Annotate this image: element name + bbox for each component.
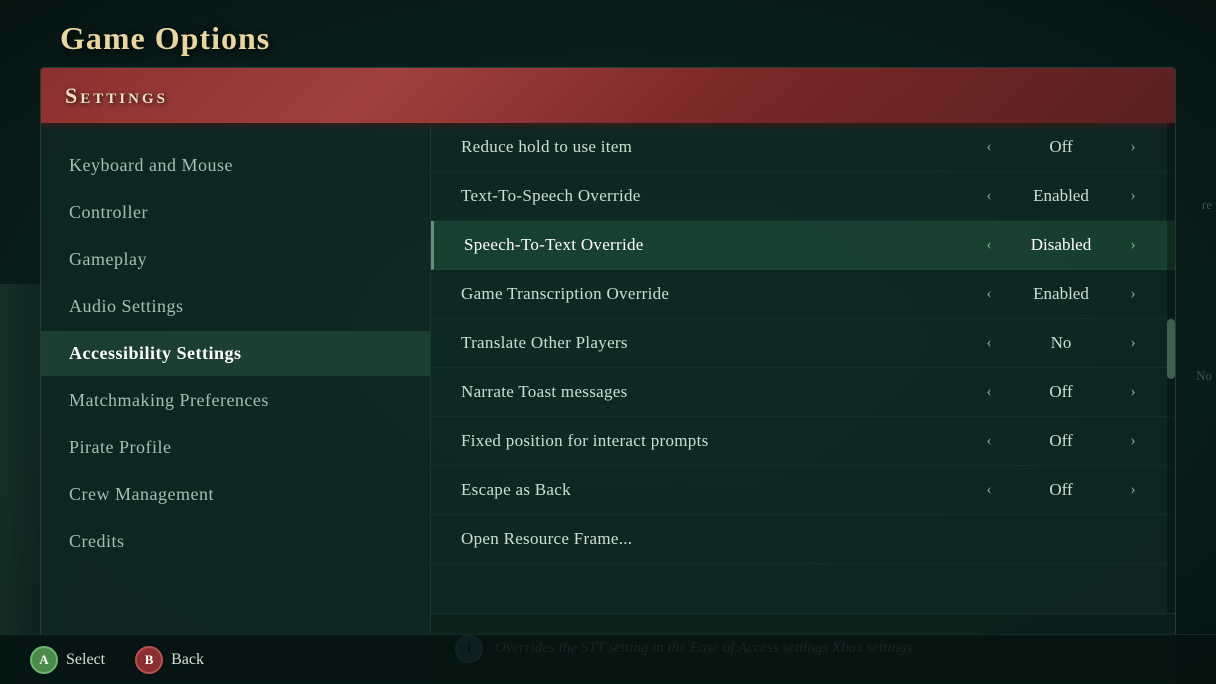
- sidebar-item-accessibility-settings[interactable]: Accessibility Settings: [41, 331, 430, 376]
- select-btn-circle: A: [30, 646, 58, 674]
- setting-row-reduce-hold[interactable]: Reduce hold to use item‹Off›: [431, 123, 1175, 172]
- back-btn-label: Back: [171, 651, 204, 669]
- arrow-left-narrate-toast[interactable]: ‹: [977, 383, 1001, 401]
- scrollbar-track[interactable]: [1167, 123, 1175, 613]
- setting-value-translate-players: No: [1001, 333, 1121, 353]
- setting-row-translate-players[interactable]: Translate Other Players‹No›: [431, 319, 1175, 368]
- sidebar-item-matchmaking-preferences[interactable]: Matchmaking Preferences: [41, 378, 430, 423]
- setting-name-reduce-hold: Reduce hold to use item: [461, 137, 977, 157]
- select-btn[interactable]: A Select: [30, 646, 105, 674]
- settings-list: Reduce hold to use item‹Off›Text-To-Spee…: [431, 123, 1175, 613]
- arrow-left-speech-to-text[interactable]: ‹: [977, 236, 1001, 254]
- setting-value-escape-back: Off: [1001, 480, 1121, 500]
- bottom-bar: A Select B Back: [0, 634, 1216, 684]
- arrow-left-game-transcription[interactable]: ‹: [977, 285, 1001, 303]
- setting-row-fixed-position[interactable]: Fixed position for interact prompts‹Off›: [431, 417, 1175, 466]
- arrow-left-escape-back[interactable]: ‹: [977, 481, 1001, 499]
- setting-value-speech-to-text: Disabled: [1001, 235, 1121, 255]
- arrow-right-fixed-position[interactable]: ›: [1121, 432, 1145, 450]
- setting-value-fixed-position: Off: [1001, 431, 1121, 451]
- setting-row-game-transcription[interactable]: Game Transcription Override‹Enabled›: [431, 270, 1175, 319]
- arrow-right-escape-back[interactable]: ›: [1121, 481, 1145, 499]
- setting-value-narrate-toast: Off: [1001, 382, 1121, 402]
- arrow-left-fixed-position[interactable]: ‹: [977, 432, 1001, 450]
- back-btn[interactable]: B Back: [135, 646, 204, 674]
- setting-name-game-transcription: Game Transcription Override: [461, 284, 977, 304]
- content-area: Keyboard and MouseControllerGameplayAudi…: [41, 123, 1175, 683]
- back-btn-circle: B: [135, 646, 163, 674]
- right-content: Reduce hold to use item‹Off›Text-To-Spee…: [431, 123, 1175, 683]
- setting-row-narrate-toast[interactable]: Narrate Toast messages‹Off›: [431, 368, 1175, 417]
- setting-row-speech-to-text[interactable]: Speech-To-Text Override‹Disabled›: [431, 221, 1175, 270]
- sidebar-item-pirate-profile[interactable]: Pirate Profile: [41, 425, 430, 470]
- arrow-right-translate-players[interactable]: ›: [1121, 334, 1145, 352]
- arrow-left-text-to-speech[interactable]: ‹: [977, 187, 1001, 205]
- arrow-right-speech-to-text[interactable]: ›: [1121, 236, 1145, 254]
- arrow-right-narrate-toast[interactable]: ›: [1121, 383, 1145, 401]
- arrow-right-reduce-hold[interactable]: ›: [1121, 138, 1145, 156]
- setting-row-text-to-speech[interactable]: Text-To-Speech Override‹Enabled›: [431, 172, 1175, 221]
- sidebar-item-controller[interactable]: Controller: [41, 190, 430, 235]
- setting-name-fixed-position: Fixed position for interact prompts: [461, 431, 977, 451]
- scrollbar-thumb[interactable]: [1167, 319, 1175, 379]
- settings-panel: Settings Keyboard and MouseControllerGam…: [40, 67, 1176, 684]
- arrow-right-text-to-speech[interactable]: ›: [1121, 187, 1145, 205]
- setting-name-open-resource: Open Resource Frame...: [461, 529, 1145, 549]
- setting-name-speech-to-text: Speech-To-Text Override: [464, 235, 977, 255]
- arrow-right-game-transcription[interactable]: ›: [1121, 285, 1145, 303]
- page-title: Game Options: [60, 20, 270, 57]
- setting-value-game-transcription: Enabled: [1001, 284, 1121, 304]
- setting-name-escape-back: Escape as Back: [461, 480, 977, 500]
- setting-value-text-to-speech: Enabled: [1001, 186, 1121, 206]
- main-container: Game Options ◀ ▶ Settings Keyboard and M…: [0, 0, 1216, 684]
- settings-header-title: Settings: [65, 83, 168, 109]
- setting-name-text-to-speech: Text-To-Speech Override: [461, 186, 977, 206]
- select-btn-label: Select: [66, 651, 105, 669]
- setting-value-reduce-hold: Off: [1001, 137, 1121, 157]
- setting-name-translate-players: Translate Other Players: [461, 333, 977, 353]
- arrow-left-translate-players[interactable]: ‹: [977, 334, 1001, 352]
- setting-name-narrate-toast: Narrate Toast messages: [461, 382, 977, 402]
- sidebar-item-credits[interactable]: Credits: [41, 519, 430, 564]
- settings-header: Settings: [41, 68, 1175, 123]
- sidebar-item-crew-management[interactable]: Crew Management: [41, 472, 430, 517]
- title-bar: Game Options ◀ ▶: [0, 0, 1216, 67]
- sidebar-item-gameplay[interactable]: Gameplay: [41, 237, 430, 282]
- setting-row-escape-back[interactable]: Escape as Back‹Off›: [431, 466, 1175, 515]
- arrow-left-reduce-hold[interactable]: ‹: [977, 138, 1001, 156]
- sidebar: Keyboard and MouseControllerGameplayAudi…: [41, 123, 431, 683]
- setting-row-open-resource[interactable]: Open Resource Frame...: [431, 515, 1175, 564]
- sidebar-item-keyboard-mouse[interactable]: Keyboard and Mouse: [41, 143, 430, 188]
- sidebar-item-audio-settings[interactable]: Audio Settings: [41, 284, 430, 329]
